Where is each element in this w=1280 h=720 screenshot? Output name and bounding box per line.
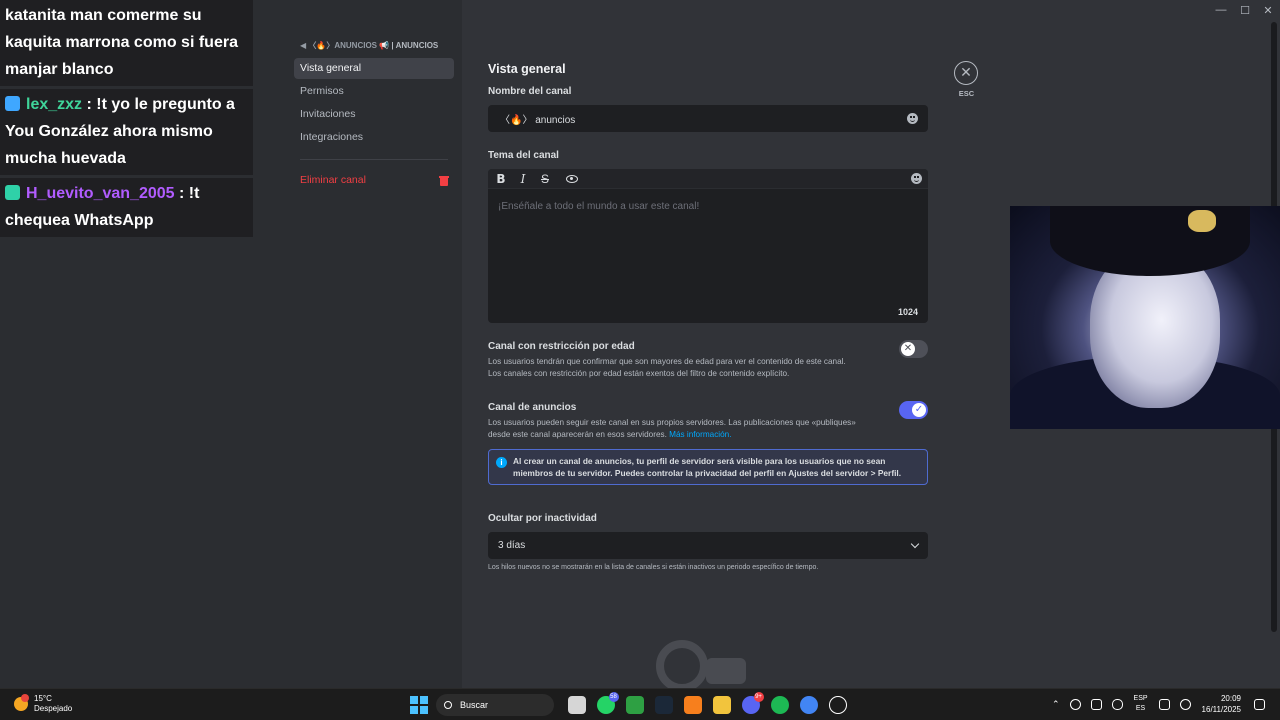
whatsapp-badge: 58	[608, 692, 619, 702]
lang-bottom: ES	[1135, 705, 1146, 712]
minecraft-icon[interactable]	[625, 696, 644, 714]
clock[interactable]: 20:09 16/11/2025	[1202, 693, 1241, 715]
age-restricted-description: Los usuarios tendrán que confirmar que s…	[488, 357, 846, 378]
weather-desc: Despejado	[34, 704, 73, 713]
italic-icon[interactable]: I	[516, 172, 530, 186]
channel-topic-editor[interactable]: B I S ¡Enséñale a todo el mundo a usar e…	[488, 169, 928, 323]
age-restricted-title: Canal con restricción por edad	[488, 341, 635, 352]
chat-message: katanita man comerme su kaquita marrona …	[0, 0, 253, 86]
settings-nav: ◀ 〈🔥〉ANUNCIOS 📢 | ANUNCIOS Vista general…	[294, 38, 454, 191]
character-counter: 1024	[897, 307, 918, 317]
nav-item-overview[interactable]: Vista general	[294, 58, 454, 79]
sync-icon[interactable]	[1090, 698, 1102, 710]
learn-more-link[interactable]: Más información.	[669, 430, 731, 439]
microphone-icon[interactable]	[1111, 698, 1123, 710]
volume-icon[interactable]	[1179, 698, 1191, 710]
system-tray: ⌃ ESP ES 20:09 16/11/2025	[1047, 693, 1270, 715]
chrome-icon[interactable]	[799, 696, 818, 714]
chevron-up-icon[interactable]: ⌃	[1052, 699, 1060, 710]
spoiler-eye-icon[interactable]	[566, 174, 578, 183]
chat-username: H_uevito_van_2005	[26, 185, 175, 202]
minimize-icon[interactable]: —	[1214, 4, 1228, 16]
spotify-icon[interactable]	[770, 696, 789, 714]
delete-channel-button[interactable]: Eliminar canal	[294, 170, 454, 191]
format-toolbar: B I S	[488, 169, 928, 189]
weather-temp: 15°C	[34, 694, 52, 703]
topic-placeholder[interactable]: ¡Enséñale a todo el mundo a usar este ca…	[488, 189, 928, 224]
weather-icon	[14, 694, 29, 711]
channel-topic-label: Tema del canal	[488, 150, 559, 161]
maximize-icon[interactable]: ☐	[1238, 4, 1252, 17]
discord-icon[interactable]: 9+	[741, 692, 764, 714]
close-window-icon[interactable]: ✕	[1261, 4, 1275, 17]
clock-date: 16/11/2025	[1201, 705, 1241, 714]
file-icon[interactable]	[567, 696, 586, 714]
channel-category-header: ◀ 〈🔥〉ANUNCIOS 📢 | ANUNCIOS	[294, 38, 454, 52]
nav-item-integrations[interactable]: Integraciones	[294, 127, 454, 148]
announcement-channel-description: Los usuarios pueden seguir este canal en…	[488, 417, 858, 441]
category-channel: 📢 | ANUNCIOS	[379, 41, 439, 50]
webcam-overlay	[1010, 206, 1280, 429]
close-settings[interactable]: ✕ ESC	[954, 61, 979, 98]
bold-icon[interactable]: B	[494, 172, 508, 186]
taskbar: 15°C Despejado Buscar 58 9+ ⌃ ESP ES 20:…	[0, 688, 1280, 720]
windows-start-icon[interactable]	[410, 696, 428, 714]
inactivity-note: Los hilos nuevos no se mostrarán en la l…	[488, 564, 819, 571]
trash-icon	[439, 175, 449, 186]
notice-text: Al crear un canal de anuncios, tu perfil…	[513, 456, 902, 478]
tray-app-icon[interactable]	[1069, 698, 1081, 710]
inactivity-value: 3 días	[498, 540, 526, 551]
page-title: Vista general	[488, 62, 566, 76]
notification-icon[interactable]	[1254, 698, 1265, 710]
whatsapp-icon[interactable]: 58	[596, 692, 619, 714]
search-label: Buscar	[460, 700, 489, 710]
grid-badge-icon	[5, 185, 20, 200]
clock-time: 20:09	[1220, 694, 1241, 703]
check-icon: ✓	[912, 403, 926, 417]
network-icon[interactable]	[1158, 698, 1170, 710]
channel-name-value: 〈🔥〉 anuncios	[500, 115, 576, 126]
nav-item-permissions[interactable]: Permisos	[294, 81, 454, 102]
chat-message: lex_zxz : !t yo le pregunto a You Gonzál…	[0, 89, 253, 175]
inactivity-label: Ocultar por inactividad	[488, 513, 597, 524]
age-restricted-toggle[interactable]: ✕	[899, 340, 928, 358]
obs-icon[interactable]	[828, 696, 847, 714]
cube-badge-icon	[5, 96, 20, 111]
chat-message: H_uevito_van_2005 : !t chequea WhatsApp	[0, 178, 253, 237]
chat-username: lex_zxz	[26, 96, 83, 113]
chevron-down-icon	[910, 539, 920, 549]
weather-widget[interactable]: 15°C Despejado	[14, 694, 72, 714]
profile-visibility-notice: i Al crear un canal de anuncios, tu perf…	[488, 449, 928, 485]
steam-icon[interactable]	[654, 696, 673, 714]
discord-badge: 9+	[753, 692, 764, 702]
chat-message-text: katanita man comerme su kaquita marrona …	[5, 7, 238, 78]
stream-chat-overlay: katanita man comerme su kaquita marrona …	[0, 0, 253, 240]
delete-channel-label: Eliminar canal	[300, 174, 366, 186]
nav-divider	[300, 159, 448, 160]
esc-label: ESC	[958, 89, 975, 98]
launcher-icon[interactable]	[683, 696, 702, 714]
close-icon[interactable]: ✕	[954, 61, 978, 85]
emoji-picker-icon[interactable]	[907, 113, 918, 124]
info-icon: i	[496, 457, 507, 468]
taskbar-search[interactable]: Buscar	[436, 694, 554, 716]
emoji-picker-icon[interactable]	[911, 173, 922, 184]
strikethrough-icon[interactable]: S	[538, 172, 552, 186]
close-icon: ✕	[901, 342, 915, 356]
language-indicator[interactable]: ESP ES	[1134, 694, 1148, 714]
folder-icon[interactable]	[712, 696, 731, 714]
inactivity-select[interactable]: 3 días	[488, 532, 928, 559]
category-prefix: ◀ 〈🔥〉ANUNCIOS	[300, 41, 378, 50]
lang-top: ESP	[1133, 695, 1148, 702]
channel-name-input[interactable]: 〈🔥〉 anuncios	[488, 105, 928, 132]
hair-bow	[1188, 210, 1216, 232]
taskbar-apps: Buscar 58 9+	[410, 692, 852, 716]
search-icon	[444, 701, 452, 709]
announcement-channel-title: Canal de anuncios	[488, 402, 577, 413]
announcement-channel-toggle[interactable]: ✓	[899, 401, 928, 419]
channel-name-label: Nombre del canal	[488, 86, 572, 97]
nav-item-invites[interactable]: Invitaciones	[294, 104, 454, 125]
gear-watermark-icon	[656, 640, 746, 688]
